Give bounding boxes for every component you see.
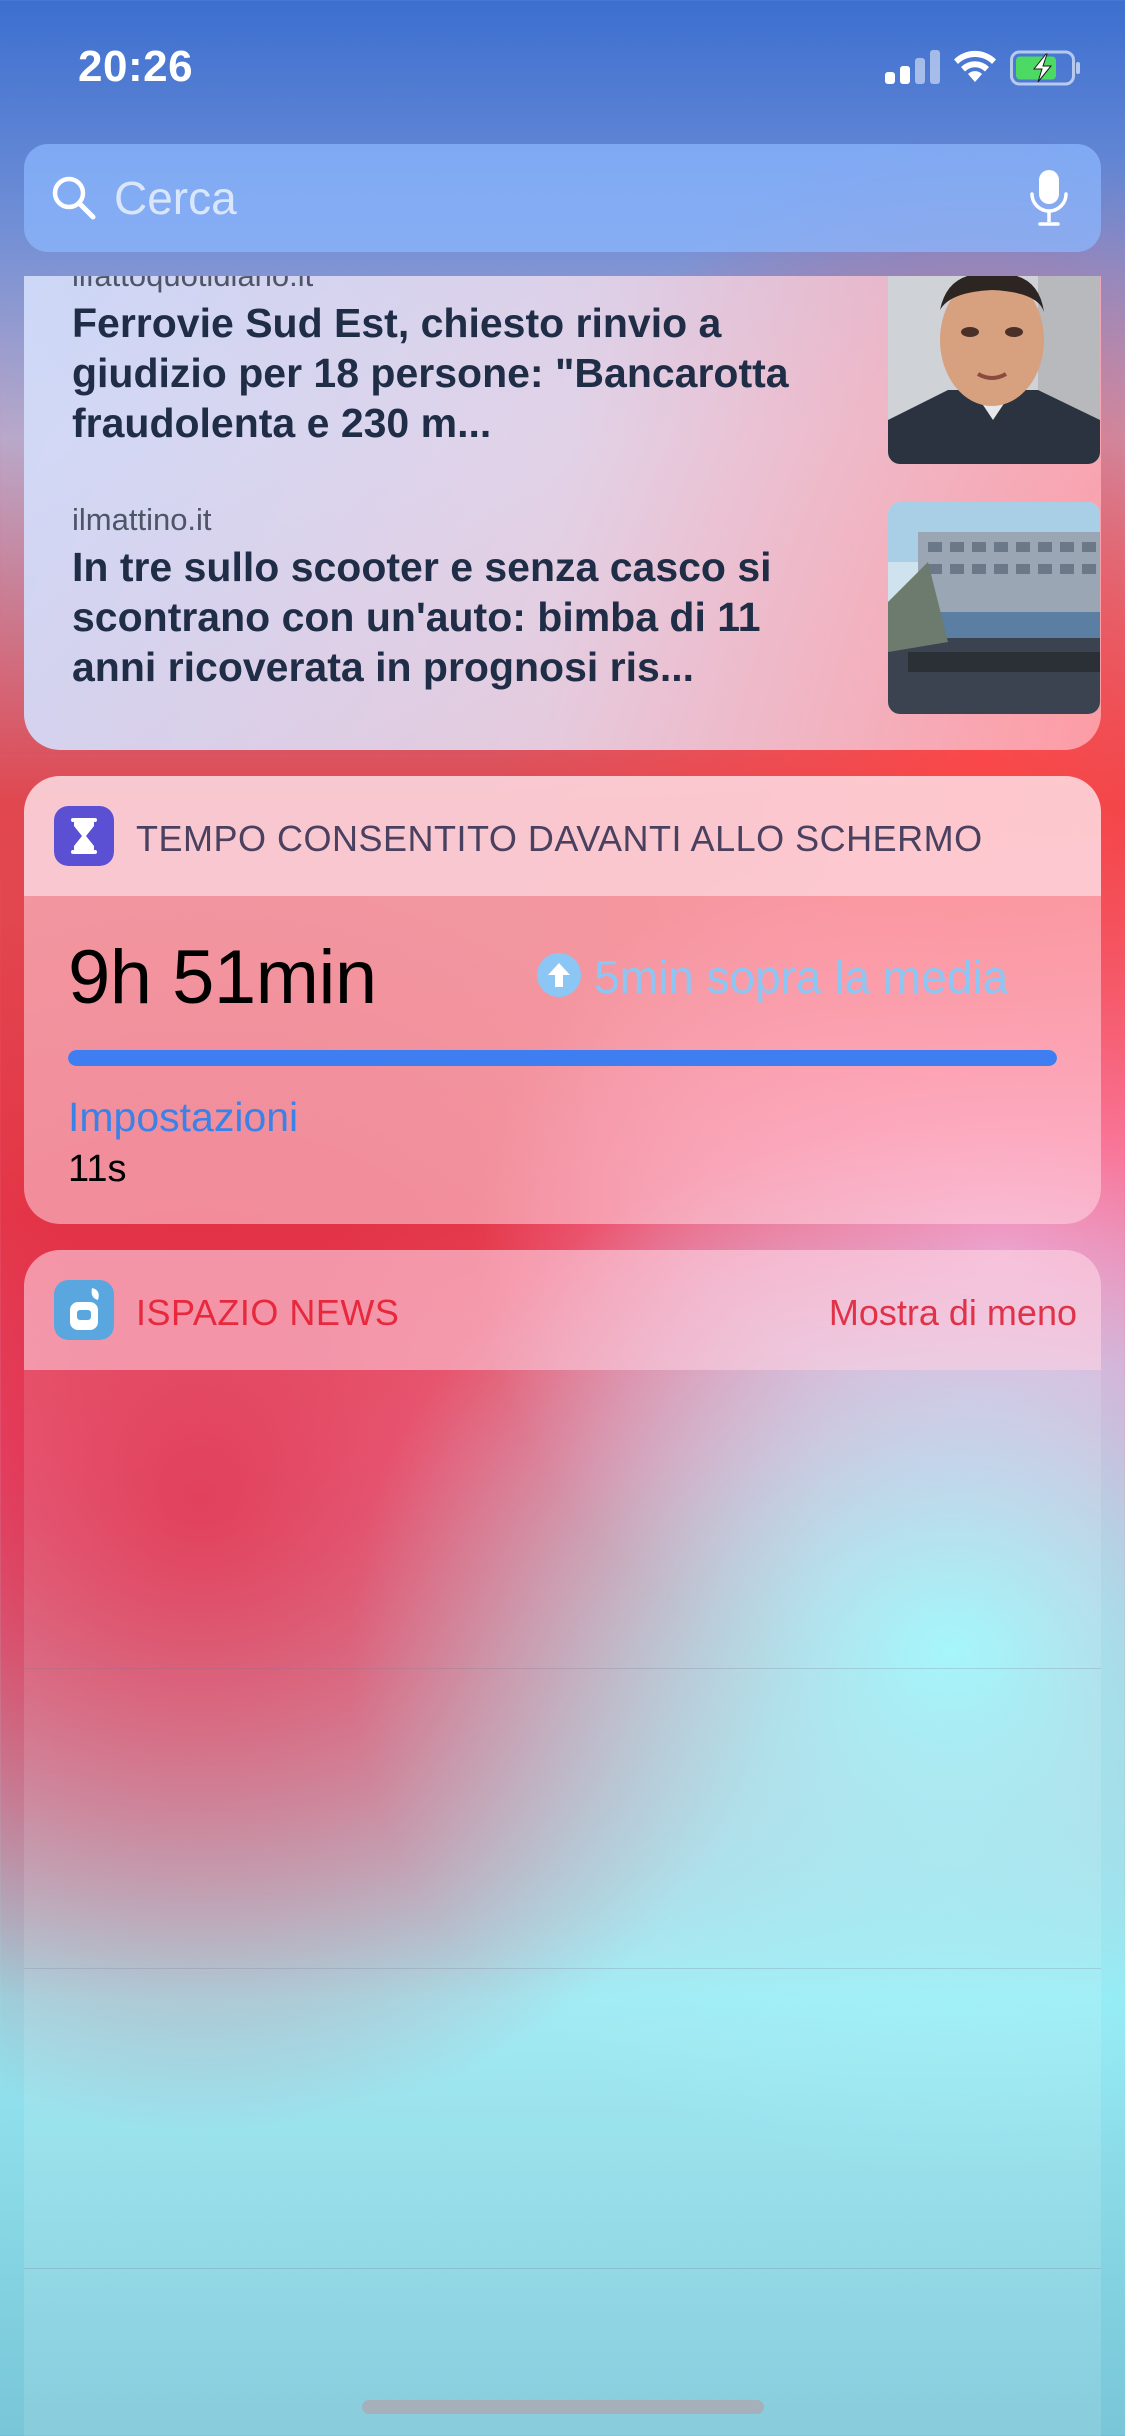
hourglass-icon <box>54 806 114 866</box>
screen-time-bar <box>68 1050 1057 1066</box>
arrow-up-icon <box>537 953 581 997</box>
show-less-button[interactable]: Mostra di meno <box>829 1292 1077 1334</box>
status-time: 20:26 <box>78 42 194 91</box>
screen-time-total: 9h 51min <box>68 935 377 1020</box>
screen-time-comparison: 5min sopra la media <box>536 948 1081 1004</box>
news-widget: ilfattoquotidiano.it Ferrovie Sud Est, c… <box>24 276 1101 750</box>
ispazio-app-icon <box>54 1280 114 1340</box>
comparison-text: 5min sopra la media <box>594 951 1009 1003</box>
search-icon <box>52 176 96 220</box>
home-indicator[interactable] <box>362 2400 764 2414</box>
news-item[interactable]: ilfattoquotidiano.it Ferrovie Sud Est, c… <box>72 276 1100 464</box>
news-item[interactable]: ilmattino.it In tre sullo scooter e senz… <box>72 502 1100 714</box>
row-divider <box>24 1668 1101 1669</box>
battery-charging-icon <box>1010 50 1080 86</box>
microphone-icon[interactable] <box>1028 168 1070 230</box>
screen-time-widget[interactable]: TEMPO CONSENTITO DAVANTI ALLO SCHERMO 9h… <box>24 776 1101 1224</box>
app-usage-name[interactable]: Impostazioni <box>68 1094 298 1141</box>
app-usage-time: 11s <box>68 1148 127 1190</box>
status-bar: 20:26 <box>0 0 1125 140</box>
row-divider <box>24 1968 1101 1969</box>
cellular-signal-icon <box>885 48 941 84</box>
news-thumbnail-portrait <box>888 276 1100 464</box>
wifi-icon <box>954 50 996 82</box>
search-input[interactable] <box>114 164 1014 232</box>
news-headline: In tre sullo scooter e senza casco si sc… <box>72 544 772 690</box>
widget-title: TEMPO CONSENTITO DAVANTI ALLO SCHERMO <box>136 818 983 859</box>
news-thumbnail-building <box>888 502 1100 714</box>
search-bar[interactable] <box>24 144 1101 252</box>
news-headline: Ferrovie Sud Est, chiesto rinvio a giudi… <box>72 300 789 446</box>
screen-time-bar-fill <box>68 1050 1057 1066</box>
widget-title: ISPAZIO NEWS <box>136 1292 400 1333</box>
widget-header: TEMPO CONSENTITO DAVANTI ALLO SCHERMO <box>24 776 1101 896</box>
row-divider <box>24 2268 1101 2269</box>
ispazio-news-widget: ISPAZIO NEWS Mostra di meno <box>24 1250 1101 2436</box>
widget-header: ISPAZIO NEWS Mostra di meno <box>24 1250 1101 1370</box>
